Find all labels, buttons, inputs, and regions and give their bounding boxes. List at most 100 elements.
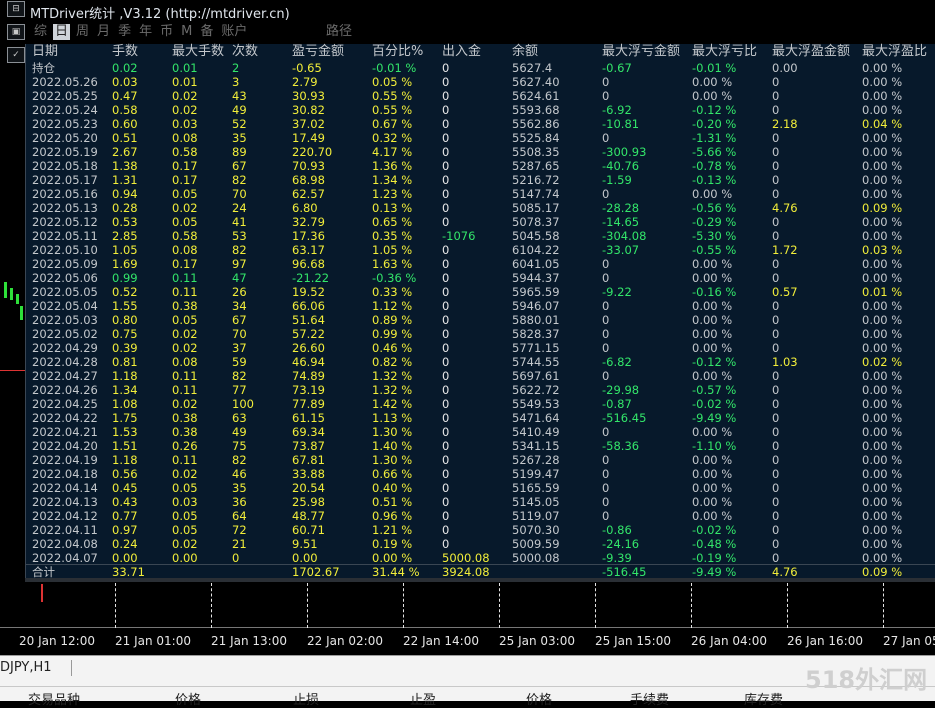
table-cell: 34 (232, 299, 247, 313)
table-cell: 0 (442, 89, 450, 103)
table-cell: 0.19 % (372, 537, 413, 551)
table-cell: 5045.58 (512, 229, 560, 243)
collapse-icon[interactable]: ⊟ (7, 1, 25, 17)
table-cell: 5165.59 (512, 481, 560, 495)
table-cell: 0 (772, 397, 780, 411)
table-cell: -9.49 % (692, 411, 737, 425)
table-row: 2022.05.19 2.67 0.58 89 220.70 4.17 % 0 5508.35… (26, 145, 935, 159)
trade-column-header[interactable]: 库存费 (744, 689, 783, 708)
holding-row: 持仓 0.02 0.01 2 -0.65 -0.01 % 0 5627.4 -0.67 -0.01… (26, 61, 935, 75)
tab-5[interactable]: 年 (137, 24, 154, 40)
table-cell: 0.66 % (372, 467, 413, 481)
table-cell: 0.00 % (692, 257, 733, 271)
table-cell: 0 (772, 313, 780, 327)
table-cell: 0.00 % (862, 187, 903, 201)
tab-6[interactable]: 币 (158, 24, 175, 40)
horizontal-scrollbar[interactable] (25, 578, 935, 582)
totals-cell-pnl: 1702.67 (292, 565, 340, 579)
tab-8[interactable]: 备 (198, 24, 215, 40)
table-cell: 0 (442, 439, 450, 453)
tab-3[interactable]: 月 (95, 24, 112, 40)
table-cell: -1.31 % (692, 131, 737, 145)
tab-9[interactable]: 账户 (219, 24, 249, 40)
table-cell: 0.02 (172, 103, 198, 117)
time-gridline (691, 583, 692, 628)
table-cell: 5622.72 (512, 383, 560, 397)
table-cell: 0 (772, 509, 780, 523)
table-row: 2022.05.09 1.69 0.17 97 96.68 1.63 % 0 6041.05 0… (26, 257, 935, 271)
table-cell: 2022.04.21 (32, 425, 98, 439)
table-cell: -0.13 % (692, 173, 737, 187)
totals-cell-fgain: 4.76 (772, 565, 798, 579)
table-cell: 0.05 (172, 509, 198, 523)
table-cell: 0 (442, 467, 450, 481)
table-cell: 0 (442, 523, 450, 537)
tab-4[interactable]: 季 (116, 24, 133, 40)
time-gridline (787, 583, 788, 628)
table-cell: 82 (232, 243, 247, 257)
table-cell: 0 (772, 271, 780, 285)
time-tick-label: 27 Jan 05 (883, 634, 935, 648)
chart-price-line (0, 370, 25, 371)
trade-column-header[interactable]: 交易品种 (28, 689, 80, 708)
table-row: 2022.05.06 0.99 0.11 47 -21.22 -0.36 % 0 5944.3… (26, 271, 935, 285)
table-cell: 2022.04.08 (32, 537, 98, 551)
table-cell: 0.11 (172, 453, 198, 467)
table-cell: 0 (442, 397, 450, 411)
table-cell: 0.00 % (862, 467, 903, 481)
table-cell: 5341.15 (512, 439, 560, 453)
table-cell: 0.05 (172, 313, 198, 327)
table-cell: 63 (232, 411, 247, 425)
table-row: 2022.05.25 0.47 0.02 43 30.93 0.55 % 0 5624.61 0… (26, 89, 935, 103)
table-row: 2022.05.26 0.03 0.01 3 2.79 0.05 % 0 5627.40 0 0.… (26, 75, 935, 89)
table-cell: 19.52 (292, 285, 325, 299)
table-row: 2022.05.16 0.94 0.05 70 62.57 1.23 % 0 5147.74 0… (26, 187, 935, 201)
trade-column-header[interactable]: 价格 (526, 689, 552, 708)
table-cell: 2022.05.13 (32, 201, 98, 215)
symbol-tab[interactable]: DJPY,H1 (0, 660, 52, 675)
table-cell: 1.38 (112, 159, 138, 173)
stats-window-titlebar[interactable]: MTDriver统计 ,V3.12 (http://mtdriver.cn) (26, 0, 935, 23)
table-cell: 0 (772, 327, 780, 341)
table-row: 2022.05.20 0.51 0.08 35 17.49 0.32 % 0 5525.84 0… (26, 131, 935, 145)
table-cell: 0.00 (112, 551, 138, 565)
trade-column-header[interactable]: 手续费 (630, 689, 669, 708)
table-cell: 0.00 % (692, 481, 733, 495)
tab-7[interactable]: M (179, 24, 194, 40)
table-cell: 0 (442, 509, 450, 523)
image-icon[interactable]: ▣ (7, 24, 25, 40)
table-cell: 1.72 (772, 243, 798, 257)
tab-1[interactable]: 日 (53, 24, 71, 40)
trade-column-header[interactable]: 价格 (175, 689, 201, 708)
table-cell: 0.46 % (372, 341, 413, 355)
table-row: 2022.04.28 0.81 0.08 59 46.94 0.82 % 0 5744.55 -… (26, 355, 935, 369)
table-cell: 2022.05.18 (32, 159, 98, 173)
totals-cell-flow: 3924.08 (442, 565, 490, 579)
table-cell: 66.06 (292, 299, 325, 313)
table-cell: 0.11 (172, 271, 198, 285)
table-cell: -6.82 (602, 355, 632, 369)
table-cell: 0 (772, 439, 780, 453)
table-cell: 46.94 (292, 355, 325, 369)
table-cell: 0 (772, 467, 780, 481)
table-cell: 2022.04.26 (32, 383, 98, 397)
table-row: 2022.05.12 0.53 0.05 41 32.79 0.65 % 0 5078.37 -… (26, 215, 935, 229)
table-cell: 1.42 % (372, 397, 413, 411)
table-cell: 0 (442, 271, 450, 285)
holding-cell-balance: 5627.4 (512, 61, 553, 75)
table-cell: 0 (772, 89, 780, 103)
table-cell: 57.22 (292, 327, 325, 341)
table-cell: 0.02 (172, 89, 198, 103)
table-cell: -300.93 (602, 145, 647, 159)
table-cell: 2022.04.25 (32, 397, 98, 411)
table-cell: 0 (442, 313, 450, 327)
tab-2[interactable]: 周 (74, 24, 91, 40)
check-icon[interactable]: ✓ (7, 47, 25, 63)
chart-area[interactable]: MTDriver统计 ,V3.12 (http://mtdriver.cn) ⊟… (0, 0, 935, 655)
table-cell: 0.02 % (862, 355, 903, 369)
tab-0[interactable]: 综 (32, 24, 49, 40)
trade-column-header[interactable]: 止损 (293, 689, 319, 708)
trade-column-header[interactable]: 止盈 (410, 689, 436, 708)
table-cell: -29.98 (602, 383, 640, 397)
tab-path[interactable]: 路径 (326, 24, 352, 40)
